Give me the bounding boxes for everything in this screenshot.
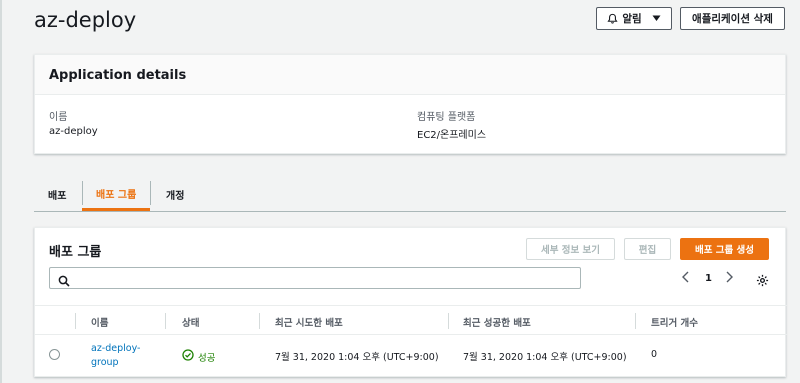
- group-name-line-1[interactable]: az-deploy-: [91, 342, 140, 356]
- page-title: az-deploy: [34, 8, 137, 32]
- last-attempted-deployment: 7월 31, 2020 1:04 오후 (UTC+9:00): [275, 352, 439, 363]
- table-row[interactable]: az-deploy- group 성공 7월 31, 2020 1:04 오후 …: [35, 336, 787, 376]
- page-number[interactable]: 1: [705, 273, 712, 284]
- last-succeeded-deployment: 7월 31, 2020 1:04 오후 (UTC+9:00): [463, 352, 627, 363]
- alarm-button[interactable]: 알림: [596, 7, 672, 30]
- tab-divider: [150, 181, 151, 205]
- row-select-radio[interactable]: [49, 349, 60, 360]
- status-badge: 성공: [182, 349, 215, 364]
- column-header-last-succeeded[interactable]: 최근 성공한 배포: [463, 315, 531, 329]
- column-divider: [165, 313, 166, 329]
- success-check-icon: [182, 349, 194, 364]
- details-header: Application details: [35, 55, 785, 95]
- group-name-line-2[interactable]: group: [91, 356, 140, 370]
- search-icon: [58, 272, 70, 291]
- column-header-name[interactable]: 이름: [91, 315, 108, 329]
- deployment-groups-card: 배포 그룹 세부 정보 보기 편집 배포 그룹 생성 1 이름 상태 최근 시도…: [34, 227, 787, 377]
- create-deployment-group-button[interactable]: 배포 그룹 생성: [680, 238, 769, 260]
- caret-down-icon: [652, 15, 661, 22]
- bell-icon: [607, 13, 618, 24]
- column-divider: [75, 313, 76, 329]
- chevron-left-icon[interactable]: [681, 271, 690, 287]
- search-input[interactable]: [49, 267, 581, 289]
- name-label: 이름: [49, 112, 68, 123]
- group-name-link[interactable]: az-deploy- group: [91, 342, 140, 370]
- status-text: 성공: [198, 352, 216, 364]
- left-divider: [0, 0, 2, 383]
- tab-deployment-groups[interactable]: 배포 그룹: [82, 178, 151, 211]
- alarm-button-label: 알림: [622, 13, 642, 25]
- column-divider: [259, 313, 260, 329]
- view-details-button[interactable]: 세부 정보 보기: [526, 238, 615, 260]
- chevron-right-icon[interactable]: [725, 271, 734, 287]
- trigger-count: 0: [651, 349, 658, 360]
- tab-deployments[interactable]: 배포: [48, 178, 66, 211]
- column-divider: [635, 313, 636, 329]
- groups-title: 배포 그룹: [49, 245, 102, 260]
- column-header-status[interactable]: 상태: [182, 315, 199, 329]
- column-header-last-attempted[interactable]: 최근 시도한 배포: [275, 315, 343, 329]
- tab-revisions[interactable]: 개정: [166, 178, 184, 211]
- tab-bar: 배포 배포 그룹 개정: [34, 178, 786, 212]
- details-title: Application details: [49, 68, 187, 83]
- name-value: az-deploy: [49, 126, 98, 137]
- delete-application-button[interactable]: 애플리케이션 삭제: [680, 7, 785, 30]
- edit-button[interactable]: 편집: [624, 238, 671, 260]
- column-header-triggers[interactable]: 트리거 개수: [651, 315, 698, 329]
- gear-icon[interactable]: [756, 272, 769, 291]
- table-header: 이름 상태 최근 시도한 배포 최근 성공한 배포 트리거 개수: [35, 305, 787, 335]
- application-details-card: Application details 이름 az-deploy 컴퓨팅 플랫폼…: [34, 54, 786, 154]
- platform-label: 컴퓨팅 플랫폼: [417, 112, 476, 123]
- platform-value: EC2/온프레미스: [417, 130, 487, 141]
- column-divider: [448, 313, 449, 329]
